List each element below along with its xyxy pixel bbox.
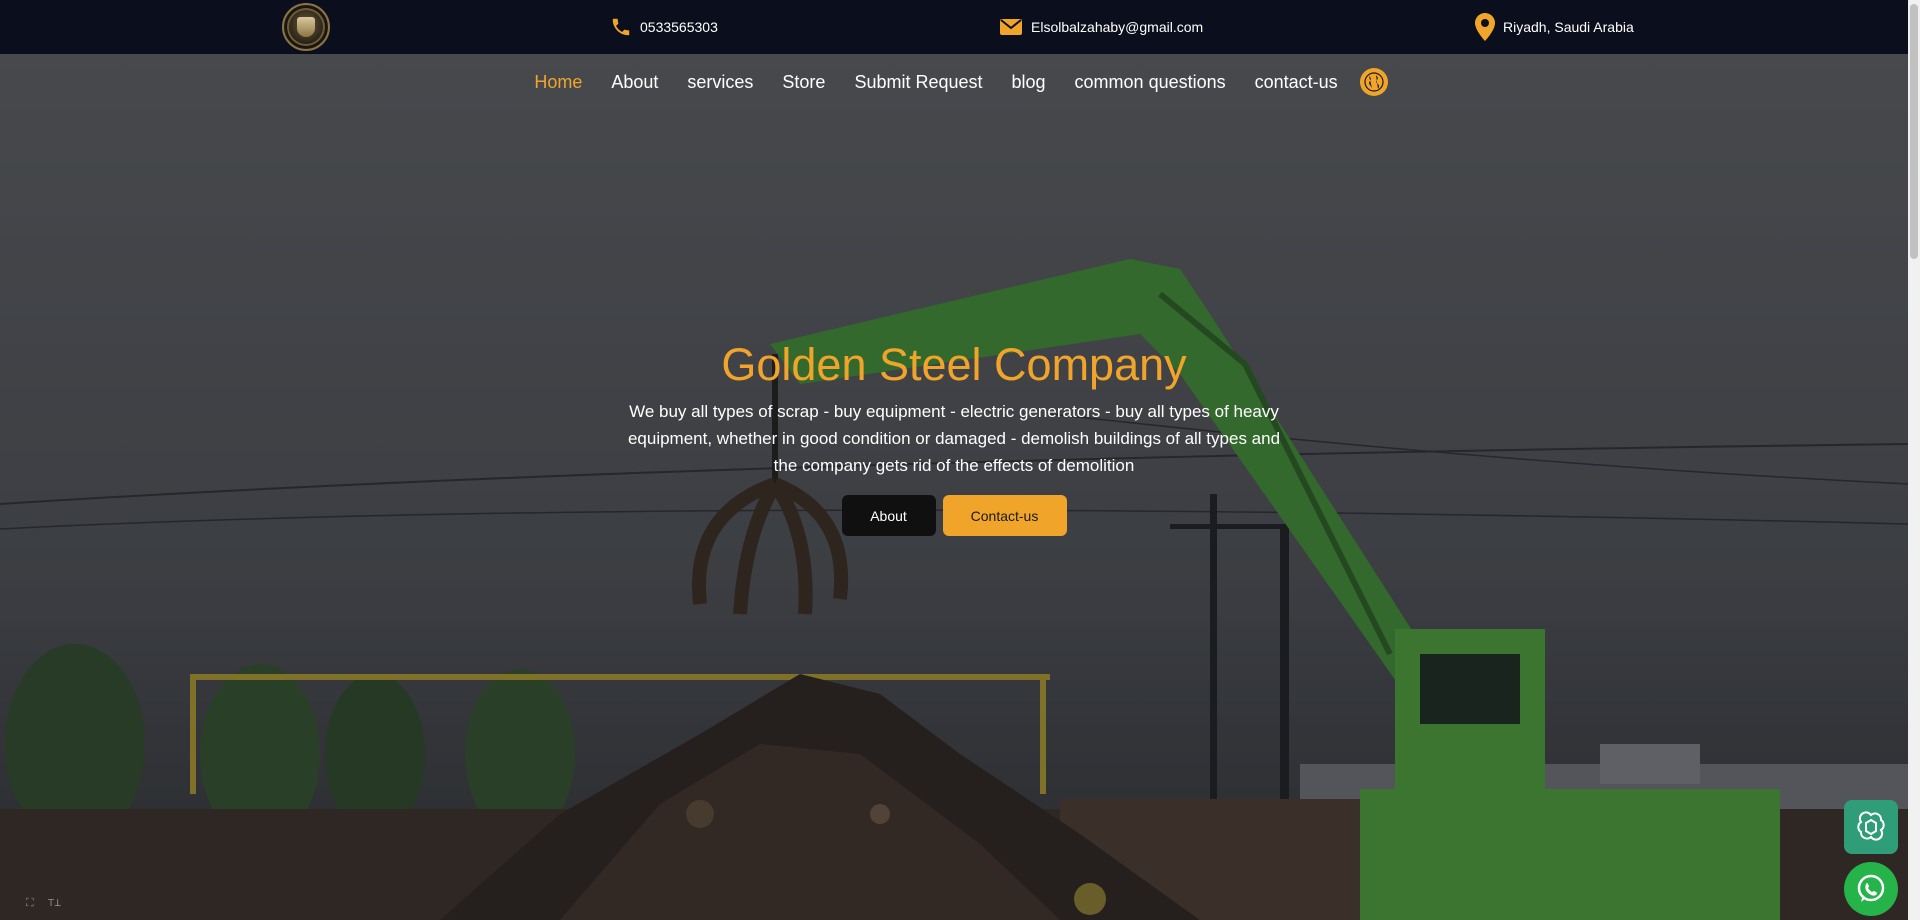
map-pin-icon (1475, 13, 1495, 41)
scrollbar-thumb[interactable] (1910, 4, 1918, 259)
nav-store[interactable]: Store (782, 72, 825, 93)
main-nav: Home About services Store Submit Request… (0, 54, 1908, 110)
settings-glyph-icon[interactable]: ⛶ (26, 896, 34, 910)
nav-contact-us[interactable]: contact-us (1255, 72, 1338, 93)
contact-location[interactable]: Riyadh, Saudi Arabia (1475, 0, 1634, 54)
hero-overlay (0, 54, 1908, 920)
nav-common-questions[interactable]: common questions (1075, 72, 1226, 93)
globe-icon[interactable] (1360, 68, 1389, 96)
hero-actions: About Contact-us (0, 495, 1908, 536)
about-button[interactable]: About (841, 495, 936, 536)
company-logo[interactable] (282, 3, 330, 51)
nav-home[interactable]: Home (534, 72, 582, 93)
phone-number: 0533565303 (640, 19, 718, 35)
whatsapp-icon[interactable] (1844, 862, 1898, 916)
top-info-bar: 0533565303 Elsolbalzahaby@gmail.com Riya… (0, 0, 1920, 54)
nav-services[interactable]: services (687, 72, 753, 93)
footer-small-icons: ⛶ ⊤⊥ (26, 896, 61, 910)
contact-phone[interactable]: 0533565303 (610, 0, 718, 54)
nav-submit-request[interactable]: Submit Request (854, 72, 982, 93)
text-glyph-icon[interactable]: ⊤⊥ (48, 896, 61, 910)
hero-section: Home About services Store Submit Request… (0, 54, 1908, 920)
envelope-icon (1000, 19, 1022, 35)
hero-description: We buy all types of scrap - buy equipmen… (627, 402, 1281, 475)
openai-chat-icon[interactable] (1844, 800, 1898, 854)
location-text: Riyadh, Saudi Arabia (1503, 19, 1634, 35)
nav-blog[interactable]: blog (1012, 72, 1046, 93)
email-address: Elsolbalzahaby@gmail.com (1031, 19, 1204, 35)
nav-about[interactable]: About (611, 72, 658, 93)
page-scrollbar[interactable] (1908, 0, 1920, 920)
contact-us-button[interactable]: Contact-us (942, 495, 1067, 536)
hero-title: Golden Steel Company (721, 339, 1187, 390)
contact-email[interactable]: Elsolbalzahaby@gmail.com (999, 0, 1203, 54)
phone-icon (612, 18, 630, 36)
